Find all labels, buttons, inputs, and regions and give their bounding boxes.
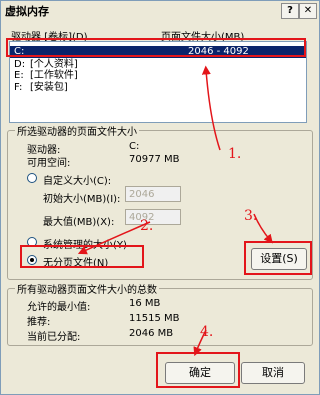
arrow-4 — [193, 329, 207, 357]
arrow-1 — [201, 65, 221, 151]
arrow-3 — [253, 213, 273, 244]
arrow-2 — [77, 221, 151, 255]
annotation-arrows — [77, 65, 273, 357]
